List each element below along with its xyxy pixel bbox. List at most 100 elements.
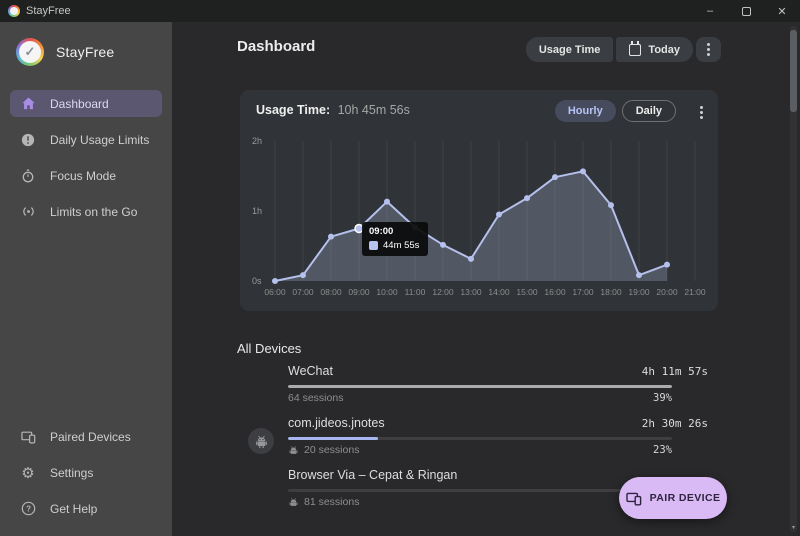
- sidebar-item-settings[interactable]: ⚙ Settings: [10, 459, 162, 486]
- svg-text:?: ?: [26, 504, 31, 513]
- svg-text:10:00: 10:00: [376, 287, 398, 297]
- scrollbar-down-arrow[interactable]: ▾: [790, 525, 797, 531]
- window-title: StayFree: [26, 5, 71, 17]
- device-sessions: 81 sessions: [288, 496, 359, 508]
- sidebar-item-label: Daily Usage Limits: [50, 133, 149, 147]
- svg-text:08:00: 08:00: [320, 287, 342, 297]
- today-button[interactable]: Today: [616, 37, 693, 62]
- help-icon: ?: [20, 501, 36, 517]
- chart-tooltip: 09:00 44m 55s: [362, 222, 428, 256]
- device-app-name: com.jideos.jnotes: [288, 416, 385, 430]
- svg-text:18:00: 18:00: [600, 287, 622, 297]
- scrollbar[interactable]: ▾: [790, 26, 797, 532]
- usage-time-button-label: Usage Time: [539, 44, 601, 56]
- header-more-menu-button[interactable]: [696, 37, 721, 62]
- sidebar-item-label: Settings: [50, 466, 93, 480]
- device-app-name: WeChat: [288, 364, 333, 378]
- maximize-button[interactable]: [728, 0, 764, 22]
- svg-text:11:00: 11:00: [405, 287, 426, 297]
- svg-text:0s: 0s: [252, 276, 262, 286]
- usage-chart-area[interactable]: 06:00 07:00 08:00 09:00 10:00 11:00 12:00 13:00…: [250, 134, 710, 300]
- close-button[interactable]: ✕: [764, 0, 800, 22]
- android-session-icon: [288, 497, 299, 508]
- sidebar: ✓ StayFree Dashboard Daily Usage Limits …: [0, 22, 172, 536]
- android-avatar-icon: [248, 428, 274, 454]
- usage-progress-bar: [288, 437, 672, 440]
- sidebar-item-limits-on-the-go[interactable]: Limits on the Go: [10, 198, 162, 225]
- stayfree-logo-icon: ✓: [16, 38, 44, 66]
- broadcast-icon: [20, 204, 36, 220]
- device-app-name: Browser Via – Cepat & Ringan: [288, 468, 457, 482]
- usage-card-header: Usage Time: 10h 45m 56s: [256, 103, 410, 117]
- page-title: Dashboard: [237, 38, 315, 55]
- minimize-button[interactable]: –: [692, 0, 728, 22]
- hourly-label: Hourly: [568, 105, 603, 117]
- usage-time-card: Usage Time: 10h 45m 56s Hourly Daily 06:…: [240, 90, 718, 311]
- pair-device-button[interactable]: PAIR DEVICE: [619, 477, 727, 519]
- home-icon: [20, 96, 36, 112]
- svg-text:1h: 1h: [252, 206, 262, 216]
- svg-text:13:00: 13:00: [460, 287, 482, 297]
- scrollbar-thumb[interactable]: [790, 30, 797, 112]
- tooltip-swatch-icon: [369, 241, 378, 250]
- today-button-label: Today: [648, 44, 680, 56]
- pair-device-icon: [626, 490, 642, 506]
- daily-toggle[interactable]: Daily: [622, 100, 676, 122]
- alert-circle-icon: [20, 132, 36, 148]
- sidebar-item-paired-devices[interactable]: Paired Devices: [10, 423, 162, 450]
- all-devices-heading: All Devices: [237, 341, 301, 356]
- sidebar-item-label: Limits on the Go: [50, 205, 137, 219]
- svg-text:19:00: 19:00: [628, 287, 650, 297]
- pair-device-label: PAIR DEVICE: [650, 492, 721, 504]
- sidebar-item-label: Focus Mode: [50, 169, 116, 183]
- sidebar-item-label: Paired Devices: [50, 430, 131, 444]
- device-sessions: 64 sessions: [288, 392, 343, 404]
- usage-time-button[interactable]: Usage Time: [526, 37, 614, 62]
- device-sessions: 20 sessions: [288, 444, 359, 456]
- tooltip-time: 09:00: [369, 226, 419, 237]
- usage-card-title: Usage Time:: [256, 103, 330, 117]
- sidebar-item-label: Dashboard: [50, 97, 109, 111]
- svg-text:2h: 2h: [252, 136, 262, 146]
- brand: ✓ StayFree: [0, 22, 172, 86]
- device-usage-percent: 39%: [653, 392, 672, 404]
- stopwatch-icon: [20, 168, 36, 184]
- device-usage-percent: 23%: [653, 444, 672, 456]
- brand-name: StayFree: [56, 44, 114, 60]
- hourly-toggle[interactable]: Hourly: [555, 100, 616, 122]
- usage-progress-bar: [288, 385, 672, 388]
- main-content: Dashboard Usage Time Today Usage Time: 1…: [172, 22, 800, 536]
- sidebar-item-dashboard[interactable]: Dashboard: [10, 90, 162, 117]
- usage-card-total: 10h 45m 56s: [338, 103, 410, 117]
- svg-text:15:00: 15:00: [516, 287, 538, 297]
- device-usage-time: 4h 11m 57s: [642, 365, 708, 378]
- paired-devices-icon: [20, 429, 36, 445]
- gear-icon: ⚙: [20, 465, 36, 481]
- app-logo-icon: [8, 5, 20, 17]
- svg-text:16:00: 16:00: [544, 287, 566, 297]
- maximize-icon: [742, 7, 751, 16]
- svg-text:06:00: 06:00: [264, 287, 286, 297]
- title-bar: StayFree – ✕: [0, 0, 800, 22]
- sidebar-item-daily-usage-limits[interactable]: Daily Usage Limits: [10, 126, 162, 153]
- svg-text:09:00: 09:00: [348, 287, 370, 297]
- sidebar-item-focus-mode[interactable]: Focus Mode: [10, 162, 162, 189]
- device-usage-time: 2h 30m 26s: [642, 417, 708, 430]
- usage-chart: 06:00 07:00 08:00 09:00 10:00 11:00 12:00 13:00…: [250, 134, 710, 300]
- device-row[interactable]: com.jideos.jnotes 2h 30m 26s: [248, 416, 708, 456]
- svg-text:14:00: 14:00: [488, 287, 510, 297]
- sidebar-item-get-help[interactable]: ? Get Help: [10, 495, 162, 522]
- svg-text:21:00: 21:00: [684, 287, 706, 297]
- calendar-icon: [629, 44, 641, 56]
- svg-text:12:00: 12:00: [432, 287, 454, 297]
- card-more-menu-button[interactable]: [700, 106, 703, 119]
- svg-text:17:00: 17:00: [572, 287, 594, 297]
- daily-label: Daily: [636, 105, 662, 117]
- sidebar-item-label: Get Help: [50, 502, 97, 516]
- usage-progress-bar: [288, 489, 672, 492]
- svg-text:20:00: 20:00: [656, 287, 678, 297]
- device-row[interactable]: WeChat 4h 11m 57s 64 sessions: [248, 364, 708, 404]
- tooltip-value: 44m 55s: [383, 240, 419, 251]
- android-session-icon: [288, 445, 299, 456]
- svg-text:07:00: 07:00: [292, 287, 314, 297]
